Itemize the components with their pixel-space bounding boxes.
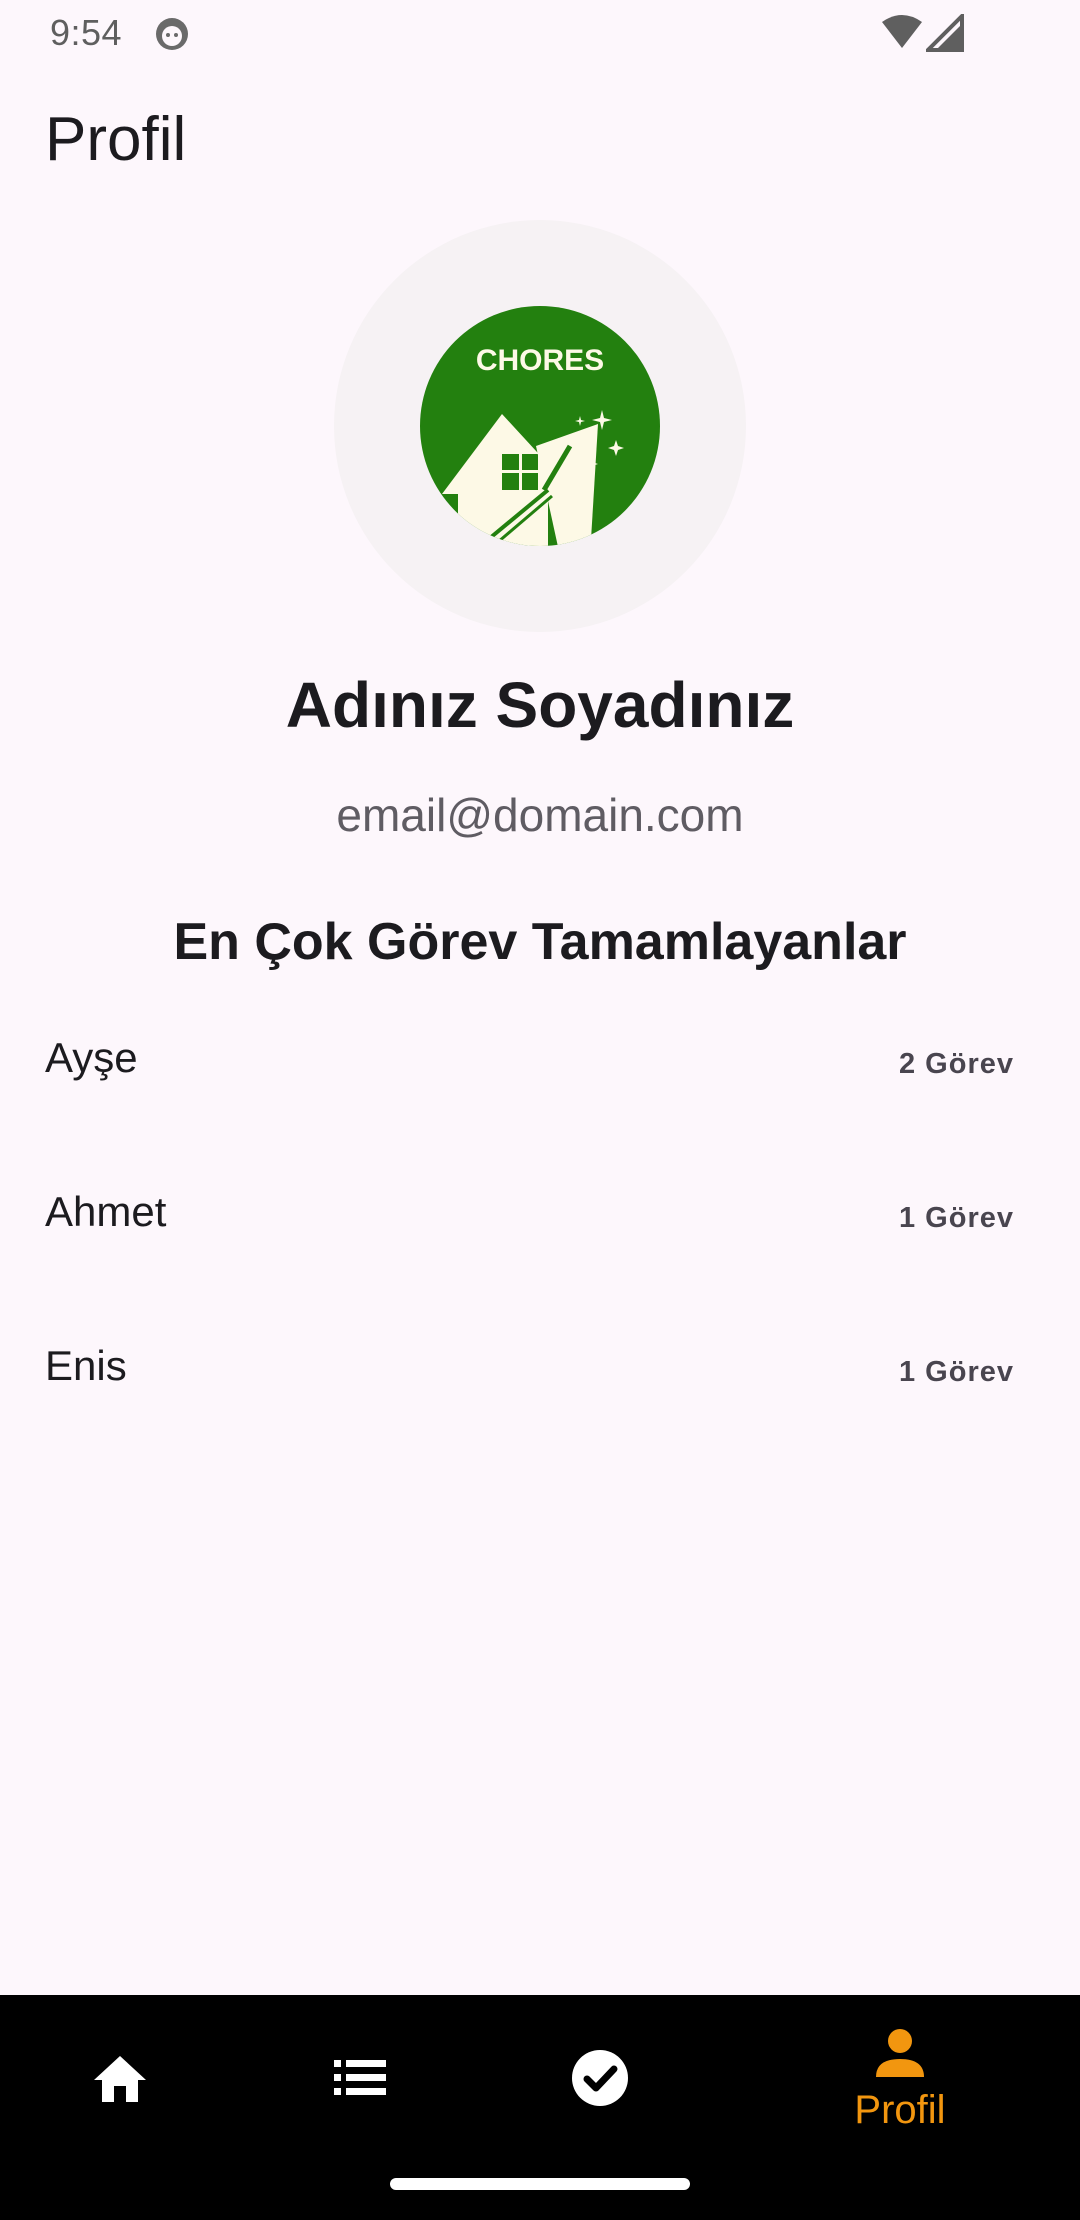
logo-text: CHORES: [476, 344, 604, 377]
wifi-icon: [880, 14, 924, 57]
list-item[interactable]: Ahmet 1 Görev: [0, 1154, 1080, 1308]
nav-profile-label: Profil: [854, 2088, 946, 2132]
user-name: Adınız Soyadınız: [285, 669, 795, 741]
nav-completed-button[interactable]: [480, 1995, 720, 2165]
leader-name: Enis: [45, 1342, 127, 1389]
nav-list-button[interactable]: [240, 1995, 480, 2165]
app-notification-icon: [152, 14, 192, 59]
leaderboard-title: En Çok Görev Tamamlayanlar: [173, 913, 907, 971]
user-email: email@domain.com: [336, 789, 744, 841]
home-indicator[interactable]: [390, 2178, 690, 2190]
page-title: Profil: [45, 105, 187, 174]
leaderboard-list: Ayşe 2 Görev Ahmet 1 Görev Enis 1 Görev: [0, 1000, 1080, 1462]
signal-icon: [923, 11, 964, 57]
check-circle-icon: [571, 2049, 629, 2112]
nav-home-button[interactable]: [0, 1995, 240, 2165]
nav-profile-button[interactable]: Profil: [780, 1995, 1020, 2165]
leader-name: Ahmet: [45, 1188, 167, 1235]
list-item[interactable]: Enis 1 Görev: [0, 1308, 1080, 1462]
person-icon: [874, 2027, 926, 2084]
leader-name: Ayşe: [45, 1034, 138, 1081]
leader-count: 1 Görev: [899, 1202, 1014, 1234]
leader-count: 2 Görev: [899, 1048, 1014, 1080]
list-item[interactable]: Ayşe 2 Görev: [0, 1000, 1080, 1154]
leader-count: 1 Görev: [899, 1356, 1014, 1388]
home-icon: [92, 2052, 148, 2109]
chores-logo: CHORES: [420, 306, 660, 546]
status-bar: 9:54: [0, 0, 1080, 66]
status-time: 9:54: [50, 12, 123, 53]
list-icon: [332, 2058, 388, 2103]
